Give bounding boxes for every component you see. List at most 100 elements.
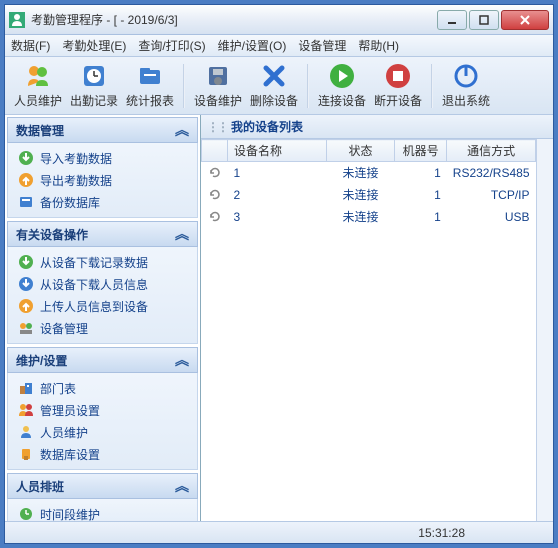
main-title: 我的设备列表 <box>231 118 303 135</box>
toolbar-disconnect-device[interactable]: 断开设备 <box>371 61 425 111</box>
chevron-up-icon: ︽ <box>175 224 189 244</box>
item-label: 人员维护 <box>40 424 88 441</box>
toolbar-device-maintain[interactable]: 设备维护 <box>191 61 245 111</box>
sidebar-device-manage[interactable]: 设备管理 <box>8 317 197 339</box>
people-icon <box>24 62 52 90</box>
statusbar: 15:31:28 <box>5 521 553 543</box>
minimize-button[interactable] <box>437 10 467 30</box>
toolbar-attendance-record[interactable]: 出勤记录 <box>67 61 121 111</box>
device-table: 设备名称 状态 机器号 通信方式 1 未连接 1 RS232/RS485 2 未… <box>201 139 536 228</box>
cell-name: 2 <box>228 184 327 206</box>
sidebar: 数据管理 ︽ 导入考勤数据 导出考勤数据 备份数据库 有关设备操作 ︽ 从设备下… <box>5 115 201 521</box>
sidebar-download-person[interactable]: 从设备下载人员信息 <box>8 273 197 295</box>
stop-icon <box>384 62 412 90</box>
titlebar: 考勤管理程序 - [ - 2019/6/3] <box>5 5 553 35</box>
item-label: 部门表 <box>40 380 76 397</box>
item-label: 备份数据库 <box>40 194 100 211</box>
vertical-scrollbar[interactable] <box>536 139 553 521</box>
toolbar-report[interactable]: 统计报表 <box>123 61 177 111</box>
item-label: 导出考勤数据 <box>40 172 112 189</box>
menu-help[interactable]: 帮助(H) <box>358 37 399 54</box>
power-icon <box>452 62 480 90</box>
cell-name: 3 <box>228 206 327 228</box>
toolbar-delete-device[interactable]: 删除设备 <box>247 61 301 111</box>
menu-query[interactable]: 查询/打印(S) <box>138 37 205 54</box>
time-icon <box>18 506 34 521</box>
table-row[interactable]: 3 未连接 1 USB <box>202 206 536 228</box>
toolbar-label: 人员维护 <box>14 92 62 109</box>
import-icon <box>18 150 34 166</box>
sidebar-backup-db[interactable]: 备份数据库 <box>8 191 197 213</box>
panel-body: 从设备下载记录数据 从设备下载人员信息 上传人员信息到设备 设备管理 <box>7 247 198 344</box>
panel-title: 数据管理 <box>16 122 64 139</box>
backup-icon <box>18 194 34 210</box>
play-icon <box>328 62 356 90</box>
item-label: 管理员设置 <box>40 402 100 419</box>
col-name[interactable]: 设备名称 <box>228 140 327 162</box>
panel-header[interactable]: 数据管理 ︽ <box>7 117 198 143</box>
panel-body: 导入考勤数据 导出考勤数据 备份数据库 <box>7 143 198 218</box>
sidebar-person-maintain[interactable]: 人员维护 <box>8 421 197 443</box>
toolbar-label: 退出系统 <box>442 92 490 109</box>
menu-data[interactable]: 数据(F) <box>11 37 50 54</box>
sidebar-db-settings[interactable]: 数据库设置 <box>8 443 197 465</box>
close-button[interactable] <box>501 10 549 30</box>
panel-header[interactable]: 有关设备操作 ︽ <box>7 221 198 247</box>
chevron-up-icon: ︽ <box>175 120 189 140</box>
toolbar-label: 断开设备 <box>374 92 422 109</box>
cell-name: 1 <box>228 162 327 184</box>
col-machine[interactable]: 机器号 <box>394 140 446 162</box>
menu-device[interactable]: 设备管理 <box>298 37 346 54</box>
folder-icon <box>136 62 164 90</box>
status-time: 15:31:28 <box>418 526 465 540</box>
refresh-icon <box>208 210 222 224</box>
sidebar-export-data[interactable]: 导出考勤数据 <box>8 169 197 191</box>
sidebar-time-maintain[interactable]: 时间段维护 <box>8 503 197 521</box>
toolbar-connect-device[interactable]: 连接设备 <box>315 61 369 111</box>
cell-comm: TCP/IP <box>447 184 536 206</box>
toolbar-exit[interactable]: 退出系统 <box>439 61 493 111</box>
panel-header[interactable]: 人员排班 ︽ <box>7 473 198 499</box>
person-icon <box>18 424 34 440</box>
table-row[interactable]: 1 未连接 1 RS232/RS485 <box>202 162 536 184</box>
refresh-icon <box>208 188 222 202</box>
cell-machine: 1 <box>394 162 446 184</box>
toolbar-separator <box>183 64 185 108</box>
cell-comm: USB <box>447 206 536 228</box>
table-row[interactable]: 2 未连接 1 TCP/IP <box>202 184 536 206</box>
toolbar-label: 连接设备 <box>318 92 366 109</box>
toolbar: 人员维护 出勤记录 统计报表 设备维护 删除设备 连接设备 断开设备 <box>5 57 553 115</box>
toolbar-label: 设备维护 <box>194 92 242 109</box>
toolbar-label: 统计报表 <box>126 92 174 109</box>
toolbar-person-maintain[interactable]: 人员维护 <box>11 61 65 111</box>
sidebar-import-data[interactable]: 导入考勤数据 <box>8 147 197 169</box>
sidebar-admin-settings[interactable]: 管理员设置 <box>8 399 197 421</box>
panel-data-management: 数据管理 ︽ 导入考勤数据 导出考勤数据 备份数据库 <box>6 116 199 219</box>
sidebar-upload-person[interactable]: 上传人员信息到设备 <box>8 295 197 317</box>
panel-body: 时间段维护 <box>7 499 198 521</box>
panel-header[interactable]: 维护/设置 ︽ <box>7 347 198 373</box>
device-table-wrapper: 设备名称 状态 机器号 通信方式 1 未连接 1 RS232/RS485 2 未… <box>201 139 553 521</box>
refresh-icon <box>208 166 222 180</box>
menu-attendance[interactable]: 考勤处理(E) <box>62 37 126 54</box>
sidebar-download-records[interactable]: 从设备下载记录数据 <box>8 251 197 273</box>
main-header: ⋮⋮ 我的设备列表 <box>201 115 553 139</box>
cell-comm: RS232/RS485 <box>447 162 536 184</box>
menu-maintain[interactable]: 维护/设置(O) <box>218 37 287 54</box>
main-panel: ⋮⋮ 我的设备列表 设备名称 状态 机器号 通信方式 1 <box>201 115 553 521</box>
toolbar-label: 删除设备 <box>250 92 298 109</box>
sidebar-dept-table[interactable]: 部门表 <box>8 377 197 399</box>
item-label: 从设备下载记录数据 <box>40 254 148 271</box>
panel-body: 部门表 管理员设置 人员维护 数据库设置 <box>7 373 198 470</box>
col-status[interactable]: 状态 <box>327 140 395 162</box>
item-label: 时间段维护 <box>40 506 100 522</box>
panel-device-operations: 有关设备操作 ︽ 从设备下载记录数据 从设备下载人员信息 上传人员信息到设备 设… <box>6 220 199 345</box>
window-title: 考勤管理程序 - [ - 2019/6/3] <box>31 11 437 28</box>
db-icon <box>18 446 34 462</box>
app-icon <box>9 12 25 28</box>
col-icon[interactable] <box>202 140 228 162</box>
panel-title: 有关设备操作 <box>16 226 88 243</box>
item-label: 导入考勤数据 <box>40 150 112 167</box>
col-comm[interactable]: 通信方式 <box>447 140 536 162</box>
maximize-button[interactable] <box>469 10 499 30</box>
